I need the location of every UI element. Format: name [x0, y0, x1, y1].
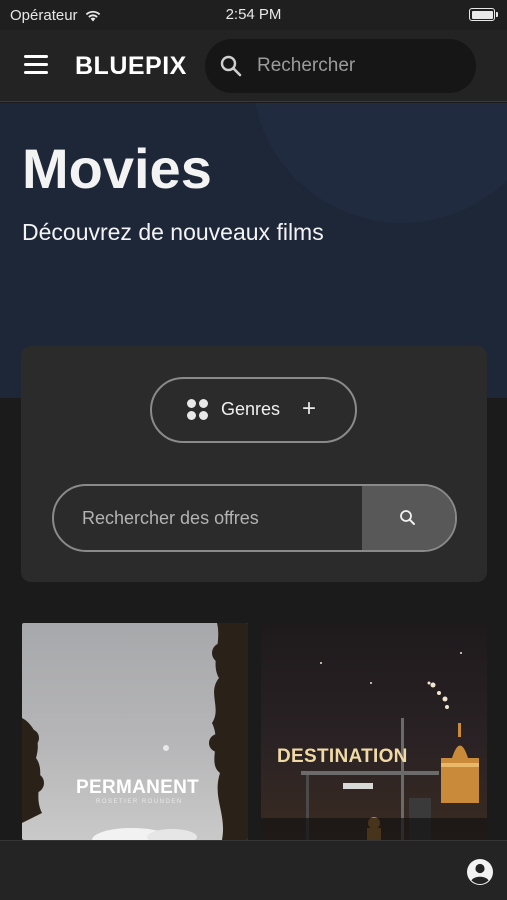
poster-artwork	[261, 652, 487, 840]
page-title: Movies	[22, 137, 212, 200]
offers-search	[52, 484, 457, 552]
movie-title: PERMANENT	[76, 777, 200, 798]
page-subtitle: Découvrez de nouveaux films	[22, 219, 324, 245]
grid-icon	[187, 399, 209, 421]
movie-title: DESTINATION	[277, 746, 408, 767]
bottom-bar	[0, 840, 507, 900]
poster-artwork	[22, 623, 248, 840]
movie-tagline: ROSETIER ROUNDEN	[96, 799, 183, 805]
battery-icon	[469, 8, 498, 21]
account-icon[interactable]	[466, 858, 494, 886]
header-search[interactable]	[205, 39, 476, 93]
genres-label: Genres	[221, 399, 281, 419]
status-time: 2:54 PM	[225, 6, 282, 23]
brand-logo[interactable]: BLUEPIX	[75, 52, 187, 81]
movie-card-permanent[interactable]: PERMANENT ROSETIER ROUNDEN	[22, 623, 248, 840]
genres-button[interactable]: Genres +	[150, 377, 357, 443]
search-icon	[220, 55, 242, 77]
hero-decoration	[252, 103, 507, 223]
app-bar: BLUEPIX	[0, 30, 507, 102]
offers-search-button[interactable]	[362, 486, 455, 550]
status-bar: Opérateur 2:54 PM	[0, 0, 507, 30]
search-icon	[400, 510, 415, 525]
plus-icon: +	[302, 395, 317, 422]
movie-card-destination[interactable]: DESTINATION	[261, 623, 487, 840]
header-search-input[interactable]	[257, 39, 462, 93]
offers-search-input[interactable]	[54, 486, 362, 550]
menu-icon[interactable]	[24, 55, 50, 75]
filter-panel: Genres +	[21, 346, 487, 582]
